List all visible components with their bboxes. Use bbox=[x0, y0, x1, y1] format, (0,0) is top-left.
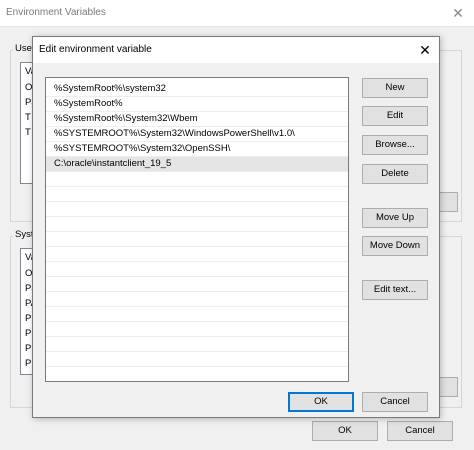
path-entry[interactable]: C:\oracle\instantclient_19_5 bbox=[46, 157, 348, 172]
ok-button[interactable]: OK bbox=[288, 392, 354, 412]
close-icon[interactable]: ✕ bbox=[415, 41, 435, 59]
env-ok-button[interactable]: OK bbox=[312, 421, 378, 441]
new-button[interactable]: New bbox=[362, 78, 428, 98]
dialog-title: Edit environment variable bbox=[39, 44, 152, 55]
empty-path-row[interactable] bbox=[46, 307, 348, 322]
edit-button[interactable]: Edit bbox=[362, 106, 428, 126]
edit-text-button[interactable]: Edit text... bbox=[362, 280, 428, 300]
close-icon[interactable]: ✕ bbox=[447, 4, 469, 22]
system-delete-button[interactable] bbox=[440, 377, 458, 397]
browse-button[interactable]: Browse... bbox=[362, 135, 428, 155]
empty-path-row[interactable] bbox=[46, 217, 348, 232]
empty-path-row[interactable] bbox=[46, 172, 348, 187]
empty-path-row[interactable] bbox=[46, 247, 348, 262]
path-entry[interactable]: %SYSTEMROOT%\System32\WindowsPowerShell\… bbox=[46, 127, 348, 142]
empty-path-row[interactable] bbox=[46, 367, 348, 381]
edit-environment-variable-dialog: Edit environment variable ✕ %SystemRoot%… bbox=[32, 36, 440, 418]
move-down-button[interactable]: Move Down bbox=[362, 236, 428, 256]
dialog-title-bar: Edit environment variable ✕ bbox=[33, 37, 439, 63]
window-title: Environment Variables bbox=[6, 7, 106, 18]
empty-path-row[interactable] bbox=[46, 277, 348, 292]
user-delete-button[interactable] bbox=[440, 192, 458, 212]
delete-button[interactable]: Delete bbox=[362, 164, 428, 184]
cancel-button[interactable]: Cancel bbox=[362, 392, 428, 412]
empty-path-row[interactable] bbox=[46, 202, 348, 217]
empty-path-row[interactable] bbox=[46, 232, 348, 247]
path-entry[interactable]: %SystemRoot% bbox=[46, 97, 348, 112]
path-entries-list[interactable]: %SystemRoot%\system32 %SystemRoot% %System… bbox=[45, 77, 349, 382]
path-entry[interactable]: %SystemRoot%\System32\Wbem bbox=[46, 112, 348, 127]
path-entry[interactable]: %SystemRoot%\system32 bbox=[46, 82, 348, 97]
title-bar: Environment Variables ✕ bbox=[0, 0, 474, 27]
empty-path-row[interactable] bbox=[46, 352, 348, 367]
empty-path-row[interactable] bbox=[46, 322, 348, 337]
path-entry[interactable]: %SYSTEMROOT%\System32\OpenSSH\ bbox=[46, 142, 348, 157]
user-variables-label: Use bbox=[13, 43, 34, 54]
empty-path-row[interactable] bbox=[46, 292, 348, 307]
move-up-button[interactable]: Move Up bbox=[362, 208, 428, 228]
empty-path-row[interactable] bbox=[46, 262, 348, 277]
empty-path-row[interactable] bbox=[46, 337, 348, 352]
empty-path-row[interactable] bbox=[46, 187, 348, 202]
env-cancel-button[interactable]: Cancel bbox=[387, 421, 453, 441]
